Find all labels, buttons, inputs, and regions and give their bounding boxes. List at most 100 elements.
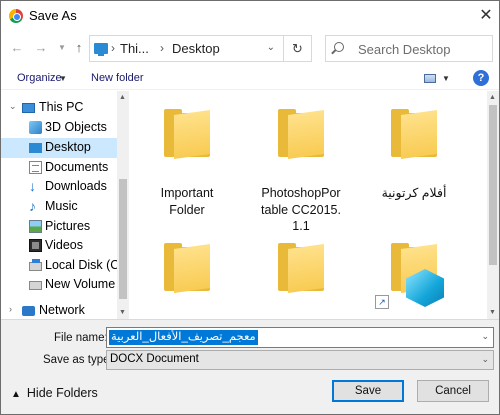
chevron-down-icon[interactable]: ▼ — [442, 74, 450, 83]
sidebar-item-label: Videos — [45, 238, 83, 252]
sidebar-item-label: Desktop — [45, 140, 91, 154]
file-list-scrollbar[interactable]: ▲ ▼ — [487, 91, 499, 319]
sidebar-item-this-pc[interactable]: ⌄ This PC — [1, 98, 117, 118]
command-bar: Organize ▼ New folder ▼ ? — [1, 66, 499, 90]
sidebar-item-music[interactable]: ♪ Music — [1, 197, 117, 217]
hide-folders-label: Hide Folders — [26, 386, 98, 400]
sidebar-item-label: Music — [45, 199, 78, 213]
refresh-icon[interactable]: ↻ — [284, 35, 312, 62]
dialog-footer: ▲ Hide Folders Save Cancel — [1, 371, 499, 414]
sidebar-item-label: This PC — [39, 100, 84, 114]
file-list: Important Folder PhotoshopPortable CC201… — [129, 91, 487, 319]
scroll-up-icon[interactable]: ▲ — [119, 94, 126, 101]
sidebar-item-documents[interactable]: Documents — [1, 158, 117, 178]
cancel-button[interactable]: Cancel — [417, 380, 489, 402]
folder-icon — [164, 107, 210, 159]
list-item[interactable]: Important Folder — [132, 97, 242, 217]
organize-button[interactable]: Organize — [17, 72, 62, 84]
save-type-value: DOCX Document — [110, 353, 199, 365]
sidebar-item-new-volume[interactable]: New Volume — [1, 275, 117, 295]
save-button[interactable]: Save — [332, 380, 404, 402]
save-as-dialog: Save As ✕ ← → ▼ ↑ › Thi... › Desktop ⌄ ↻… — [0, 0, 500, 415]
chevron-up-icon: ▲ — [11, 389, 21, 400]
sidebar-item-label: Local Disk (C — [45, 258, 117, 272]
breadcrumb-separator-icon[interactable]: › — [160, 41, 164, 55]
scroll-down-icon[interactable]: ▼ — [119, 309, 126, 316]
sidebar-item-desktop[interactable]: Desktop — [1, 138, 117, 158]
breadcrumb-separator-icon[interactable]: › — [111, 41, 115, 55]
sidebar-item-pictures[interactable]: Pictures — [1, 217, 117, 237]
recent-locations-chevron-icon[interactable]: ▼ — [54, 40, 70, 56]
search-icon — [334, 42, 344, 52]
navigation-row: ← → ▼ ↑ › Thi... › Desktop ⌄ ↻ Search De… — [1, 32, 499, 66]
file-name-value[interactable]: معجم_تصريف_الأفعال_العربية — [109, 330, 258, 345]
sidebar-item-3d-objects[interactable]: 3D Objects — [1, 118, 117, 138]
hide-folders-toggle[interactable]: ▲ Hide Folders — [11, 386, 98, 400]
file-name-field[interactable]: معجم_تصريف_الأفعال_العربية ⌄ — [106, 327, 494, 348]
new-folder-button[interactable]: New folder — [91, 72, 144, 84]
nav-pane-scrollbar[interactable]: ▲ ▼ — [117, 91, 129, 319]
desktop-location-icon — [94, 43, 108, 56]
sidebar-item-label: Network — [39, 303, 85, 317]
sidebar-item-videos[interactable]: Videos — [1, 236, 117, 256]
folder-icon — [164, 241, 210, 293]
new-volume-icon — [29, 281, 42, 290]
chevron-right-icon[interactable]: › — [9, 304, 12, 314]
close-icon[interactable]: ✕ — [471, 1, 499, 32]
sidebar-item-label: Pictures — [45, 219, 91, 233]
desktop-icon — [29, 143, 42, 153]
local-disk-icon — [29, 259, 42, 271]
sidebar-item-label: Documents — [45, 160, 109, 174]
this-pc-icon — [22, 103, 35, 113]
scrollbar-thumb[interactable] — [489, 105, 497, 265]
chevron-down-icon[interactable]: ▼ — [59, 74, 67, 83]
sidebar-item-network[interactable]: › Network — [1, 301, 117, 319]
chevron-down-icon[interactable]: ⌄ — [9, 101, 17, 112]
back-arrow-icon[interactable]: ← — [9, 40, 25, 56]
documents-icon — [29, 161, 42, 174]
pictures-icon — [29, 220, 42, 233]
3d-objects-icon — [29, 121, 42, 134]
save-type-label: Save as type: — [43, 354, 113, 366]
navigation-pane: ⌄ This PC 3D Objects Desktop Documents ↓… — [1, 91, 129, 319]
file-name-label: PhotoshopPortable CC2015.1.1 — [261, 186, 341, 233]
breadcrumb-this-pc[interactable]: Thi... — [120, 41, 149, 56]
list-item[interactable] — [246, 236, 356, 319]
address-bar[interactable]: › Thi... › Desktop ⌄ — [89, 35, 284, 62]
scroll-up-icon[interactable]: ▲ — [489, 94, 496, 101]
downloads-icon: ↓ — [29, 178, 36, 194]
forward-arrow-icon[interactable]: → — [33, 40, 49, 56]
sidebar-item-downloads[interactable]: ↓ Downloads — [1, 177, 117, 197]
list-item[interactable]: PhotoshopPortable CC2015.1.1 — [246, 97, 356, 237]
shortcut-arrow-icon: ↗ — [375, 295, 389, 309]
breadcrumb-desktop[interactable]: Desktop — [172, 41, 220, 56]
list-item[interactable]: أفلام كرتونية — [359, 97, 469, 217]
network-icon — [22, 306, 35, 316]
sidebar-item-local-disk[interactable]: Local Disk (C — [1, 256, 117, 276]
music-icon: ♪ — [29, 198, 36, 214]
folder-icon — [278, 241, 324, 293]
file-name-label: File name: — [54, 332, 108, 344]
scroll-down-icon[interactable]: ▼ — [489, 309, 496, 316]
chevron-down-icon[interactable]: ⌄ — [481, 354, 489, 365]
title-bar: Save As ✕ — [1, 1, 499, 32]
videos-icon — [29, 239, 42, 252]
scrollbar-thumb[interactable] — [119, 179, 127, 299]
sidebar-item-label: New Volume — [45, 277, 116, 291]
chevron-down-icon[interactable]: ⌄ — [481, 331, 489, 342]
file-name-label: Important Folder — [160, 186, 214, 217]
save-fields: File name: معجم_تصريف_الأفعال_العربية ⌄ … — [1, 319, 499, 371]
chevron-down-icon[interactable]: ⌄ — [267, 42, 275, 53]
list-item[interactable] — [132, 236, 242, 319]
search-placeholder: Search Desktop — [358, 42, 451, 57]
search-input[interactable]: Search Desktop — [325, 35, 493, 62]
folder-icon — [278, 107, 324, 159]
file-name-label: أفلام كرتونية — [381, 186, 447, 200]
chrome-app-icon — [9, 9, 23, 23]
folder-icon — [391, 107, 437, 159]
help-icon[interactable]: ? — [473, 70, 489, 86]
save-type-select[interactable]: DOCX Document ⌄ — [106, 350, 494, 370]
up-arrow-icon[interactable]: ↑ — [71, 40, 87, 56]
sidebar-item-label: Downloads — [45, 179, 107, 193]
view-options-icon[interactable] — [424, 74, 436, 83]
